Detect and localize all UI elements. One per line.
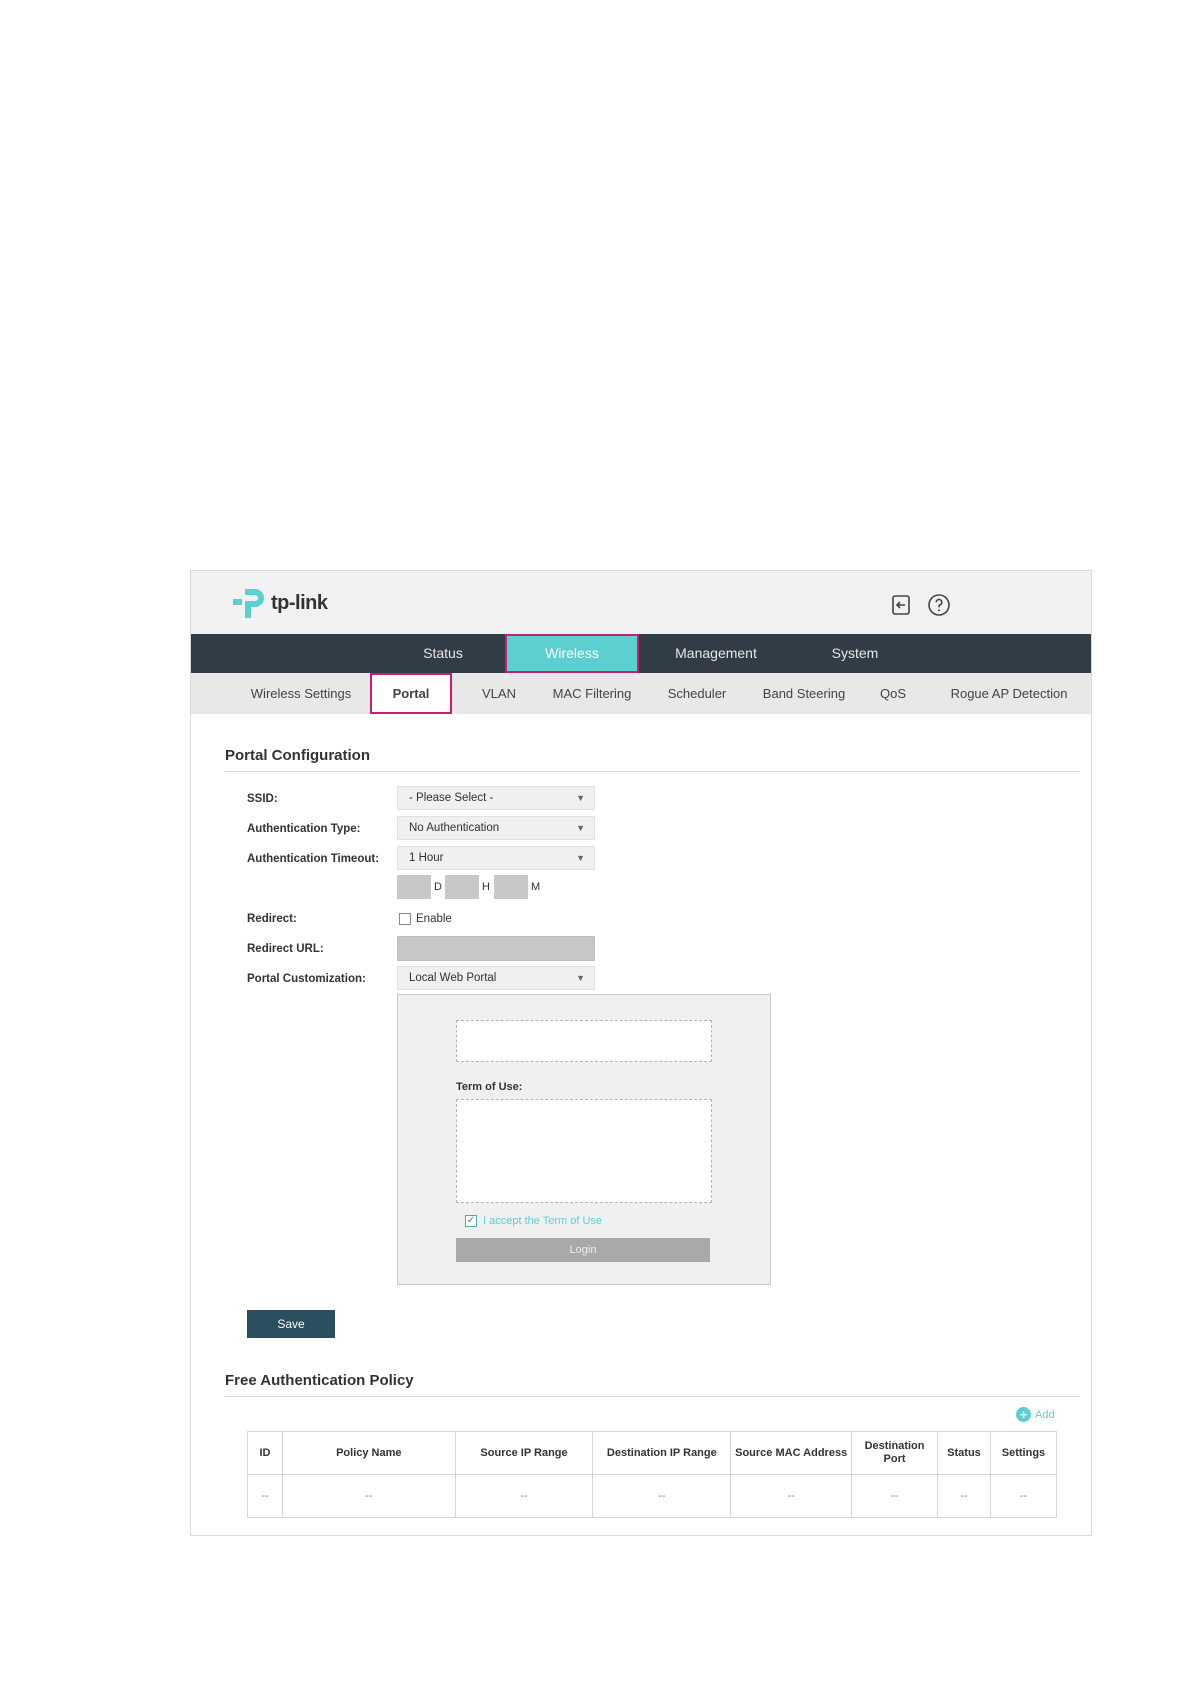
auth-type-label: Authentication Type: [247, 823, 361, 835]
column-header-destination-port: Destination Port [851, 1431, 939, 1475]
term-of-use-label: Term of Use: [456, 1081, 523, 1093]
auth-type-select[interactable]: No Authentication ▼ [397, 816, 595, 840]
redirect-url-input[interactable] [397, 936, 595, 961]
auth-timeout-label: Authentication Timeout: [247, 853, 380, 865]
accept-terms-checkbox[interactable]: ✓ [465, 1215, 477, 1227]
tab-vlan[interactable]: VLAN [457, 673, 541, 714]
redirect-enable-label: Enable [416, 913, 452, 925]
redirect-label: Redirect: [247, 913, 297, 925]
dropdown-arrow-icon: ▼ [576, 823, 585, 833]
sub-nav: Wireless Settings Portal VLAN MAC Filter… [191, 673, 1091, 714]
column-header-status: Status [937, 1431, 991, 1475]
column-header-destination-ip-range: Destination IP Range [592, 1431, 732, 1475]
main-nav-status[interactable]: Status [381, 634, 505, 673]
table-cell: -- [454, 1474, 594, 1518]
term-of-use-textarea[interactable] [456, 1099, 712, 1203]
redirect-enable-checkbox[interactable] [399, 913, 411, 925]
auth-timeout-select[interactable]: 1 Hour ▼ [397, 846, 595, 870]
add-policy-button[interactable]: + Add [1016, 1407, 1055, 1422]
days-unit: D [434, 881, 442, 893]
hours-unit: H [482, 881, 490, 893]
divider [225, 771, 1079, 772]
tp-link-logo: tp-link [231, 585, 328, 621]
tab-qos[interactable]: QoS [861, 673, 925, 714]
timeout-minutes-input[interactable] [494, 875, 528, 899]
tp-link-logo-icon [233, 589, 264, 618]
main-nav-management[interactable]: Management [639, 634, 793, 673]
free-auth-policy-title: Free Authentication Policy [225, 1372, 414, 1389]
auth-type-value: No Authentication [409, 822, 500, 834]
column-header-source-mac-address: Source MAC Address [730, 1431, 853, 1475]
column-header-source-ip-range: Source IP Range [454, 1431, 594, 1475]
tab-rogue-ap-detection[interactable]: Rogue AP Detection [935, 673, 1083, 714]
tab-band-steering[interactable]: Band Steering [747, 673, 861, 714]
timeout-days-input[interactable] [397, 875, 431, 899]
table-cell: -- [281, 1474, 456, 1518]
auth-timeout-value: 1 Hour [409, 852, 444, 864]
login-button[interactable]: Login [456, 1238, 710, 1262]
minutes-unit: M [531, 881, 541, 893]
table-cell: -- [730, 1474, 853, 1518]
header-icons [889, 593, 951, 617]
table-header-row: ID Policy Name Source IP Range Destinati… [247, 1431, 1058, 1475]
table-row: -- -- -- -- -- -- -- -- [247, 1474, 1058, 1518]
main-nav: Status Wireless Management System [191, 634, 1091, 673]
main-nav-wireless[interactable]: Wireless [505, 634, 639, 673]
tab-portal[interactable]: Portal [370, 673, 452, 714]
free-auth-policy-table: ID Policy Name Source IP Range Destinati… [247, 1431, 1058, 1518]
ssid-value: - Please Select - [409, 792, 494, 804]
dropdown-arrow-icon: ▼ [576, 793, 585, 803]
brand-name: tp-link [271, 591, 328, 614]
save-button[interactable]: Save [247, 1310, 335, 1338]
table-cell: -- [989, 1474, 1058, 1518]
tab-scheduler[interactable]: Scheduler [647, 673, 747, 714]
add-label: Add [1035, 1408, 1055, 1421]
ssid-label: SSID: [247, 793, 278, 805]
table-cell: -- [592, 1474, 732, 1518]
column-header-settings: Settings [989, 1431, 1058, 1475]
router-admin-window: tp-link Status Wireless Management Syste… [190, 570, 1092, 1536]
logout-icon[interactable] [889, 593, 913, 617]
accept-terms-label: I accept the Term of Use [483, 1215, 603, 1227]
table-cell: -- [851, 1474, 939, 1518]
main-nav-system[interactable]: System [793, 634, 917, 673]
dropdown-arrow-icon: ▼ [576, 973, 585, 983]
top-bar: tp-link [191, 571, 1091, 634]
portal-preview: Term of Use: ✓ I accept the Term of Use … [397, 994, 771, 1285]
divider [225, 1396, 1079, 1397]
timeout-hours-input[interactable] [445, 875, 479, 899]
column-header-id: ID [247, 1431, 283, 1475]
ssid-select[interactable]: - Please Select - ▼ [397, 786, 595, 810]
add-icon: + [1016, 1407, 1031, 1422]
preview-logo-area[interactable] [456, 1020, 712, 1062]
portal-customization-value: Local Web Portal [409, 972, 497, 984]
table-cell: -- [937, 1474, 991, 1518]
portal-customization-label: Portal Customization: [247, 973, 366, 985]
redirect-url-label: Redirect URL: [247, 943, 324, 955]
tab-mac-filtering[interactable]: MAC Filtering [537, 673, 647, 714]
portal-config-title: Portal Configuration [225, 747, 370, 764]
portal-customization-select[interactable]: Local Web Portal ▼ [397, 966, 595, 990]
help-icon[interactable] [927, 593, 951, 617]
table-cell: -- [247, 1474, 283, 1518]
column-header-policy-name: Policy Name [281, 1431, 456, 1475]
tab-wireless-settings[interactable]: Wireless Settings [225, 673, 377, 714]
dropdown-arrow-icon: ▼ [576, 853, 585, 863]
